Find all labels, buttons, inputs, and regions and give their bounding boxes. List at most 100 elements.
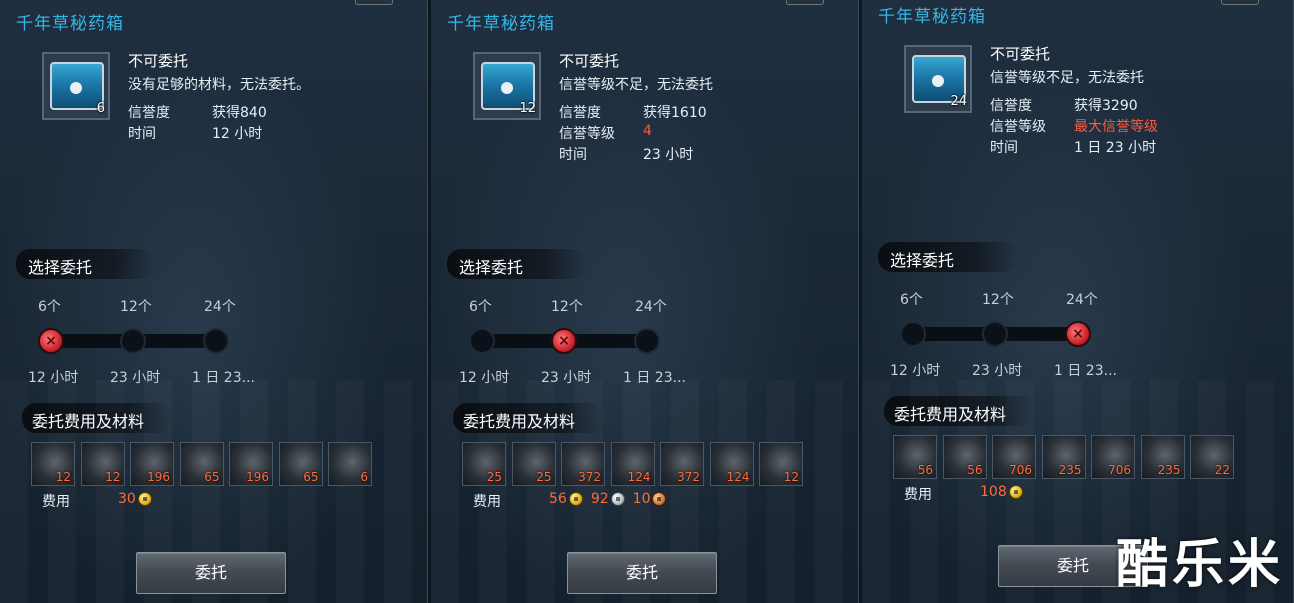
info-label: 时间 — [128, 126, 156, 142]
material-count: 6 — [360, 470, 368, 484]
coin-copper-icon — [652, 492, 667, 506]
coin-silver-icon — [610, 492, 625, 506]
info-label: 信誉等级 — [990, 119, 1046, 135]
material-count: 235 — [1058, 463, 1082, 477]
commission-panel-1: 千年草秘药箱 6 不可委托 没有足够的材料，无法委托。 信誉度 获得840 时间 12 小时选… — [0, 0, 428, 603]
info-label: 时间 — [990, 140, 1018, 156]
material-slot[interactable]: 372 — [561, 442, 605, 486]
fee-amounts: 56 92 10 — [549, 491, 672, 507]
material-slot[interactable]: 12 — [80, 442, 125, 486]
material-slot[interactable]: 124 — [709, 442, 754, 486]
material-count: 706 — [1009, 463, 1032, 477]
info-value: 获得3290 — [1074, 98, 1138, 114]
material-slot[interactable]: 12 — [759, 442, 803, 486]
info-label: 信誉等级 — [559, 126, 615, 142]
option-duration-3: 1 日 23... — [1054, 363, 1117, 379]
section-choose-title: 选择委托 — [459, 258, 524, 277]
material-count: 65 — [303, 470, 319, 484]
info-value: 4 — [643, 123, 652, 139]
medicine-box-icon[interactable]: 6 — [42, 52, 110, 120]
option-node-2[interactable]: × — [551, 328, 577, 354]
commission-status: 不可委托 — [990, 45, 1051, 63]
info-value: 1 日 23 小时 — [1074, 140, 1157, 156]
medicine-box-icon[interactable]: 24 — [904, 45, 972, 113]
material-count: 65 — [204, 470, 220, 484]
material-slot[interactable]: 25 — [511, 442, 556, 486]
material-slot[interactable]: 56 — [942, 435, 987, 479]
material-slot[interactable]: 56 — [893, 435, 937, 479]
option-node-3[interactable] — [634, 328, 660, 354]
panel-title: 千年草秘药箱 — [447, 14, 555, 34]
option-node-1[interactable] — [469, 328, 495, 354]
fee-label: 费用 — [904, 487, 932, 503]
info-label: 信誉度 — [559, 105, 601, 121]
commission-status: 不可委托 — [559, 52, 620, 70]
material-slot[interactable]: 6 — [328, 442, 372, 486]
material-slot[interactable]: 196 — [130, 442, 174, 486]
info-label: 时间 — [559, 147, 587, 163]
coin-gold-icon — [1008, 485, 1023, 499]
material-slot[interactable]: 25 — [462, 442, 506, 486]
option-label-1: 6个 — [469, 299, 492, 315]
material-slot[interactable]: 12 — [31, 442, 75, 486]
commission-button[interactable]: 委托 — [136, 552, 286, 594]
material-slot[interactable]: 372 — [660, 442, 704, 486]
option-label-2: 12个 — [120, 299, 152, 315]
option-label-1: 6个 — [38, 299, 61, 315]
item-quantity: 12 — [519, 101, 536, 116]
panel-top-handle — [1221, 0, 1259, 5]
material-count: 196 — [246, 470, 269, 484]
material-slot[interactable]: 65 — [179, 442, 224, 486]
status-reason: 没有足够的材料，无法委托。 — [128, 77, 310, 93]
info-value: 23 小时 — [643, 147, 694, 163]
material-slot[interactable]: 65 — [278, 442, 323, 486]
info-label: 信誉度 — [990, 98, 1032, 114]
fee-label: 费用 — [473, 494, 501, 510]
option-label-2: 12个 — [982, 292, 1014, 308]
commission-button[interactable]: 委托 — [567, 552, 717, 594]
commission-status: 不可委托 — [128, 52, 189, 70]
material-slot[interactable]: 124 — [610, 442, 655, 486]
option-label-2: 12个 — [551, 299, 583, 315]
panel-title: 千年草秘药箱 — [878, 7, 986, 27]
material-slot[interactable]: 196 — [229, 442, 273, 486]
option-duration-2: 23 小时 — [541, 370, 592, 386]
option-duration-3: 1 日 23... — [192, 370, 255, 386]
info-value: 最大信誉等级 — [1074, 119, 1158, 135]
option-node-2[interactable] — [120, 328, 146, 354]
option-node-1[interactable]: × — [38, 328, 64, 354]
option-duration-1: 12 小时 — [28, 370, 79, 386]
commission-panel-2: 千年草秘药箱 12 不可委托 信誉等级不足，无法委托 信誉度 获得1610 信誉等级 4 时间 2… — [431, 0, 859, 603]
material-slot[interactable]: 706 — [992, 435, 1036, 479]
material-slot[interactable]: 706 — [1091, 435, 1135, 479]
material-slot[interactable]: 235 — [1140, 435, 1185, 479]
material-slot[interactable]: 235 — [1041, 435, 1086, 479]
medicine-box-icon[interactable]: 12 — [473, 52, 541, 120]
option-node-1[interactable] — [900, 321, 926, 347]
material-slot[interactable]: 22 — [1190, 435, 1234, 479]
option-node-2[interactable] — [982, 321, 1008, 347]
status-reason: 信誉等级不足，无法委托 — [559, 77, 713, 93]
material-count: 56 — [967, 463, 983, 477]
fee-label: 费用 — [42, 494, 70, 510]
section-cost-title: 委托费用及材料 — [32, 412, 145, 431]
panel-top-handle — [786, 0, 824, 5]
fee-amounts: 108 — [980, 484, 1029, 500]
material-count: 12 — [55, 470, 71, 484]
material-count: 124 — [726, 470, 750, 484]
material-count: 56 — [917, 463, 933, 477]
material-count: 235 — [1157, 463, 1181, 477]
option-node-3[interactable]: × — [1065, 321, 1091, 347]
section-cost-title: 委托费用及材料 — [463, 412, 576, 431]
material-count: 12 — [105, 470, 121, 484]
status-reason: 信誉等级不足，无法委托 — [990, 70, 1144, 86]
panel-top-handle — [355, 0, 393, 5]
coin-gold-icon — [568, 492, 583, 506]
material-count: 12 — [783, 470, 799, 484]
option-node-3[interactable] — [203, 328, 229, 354]
option-label-3: 24个 — [635, 299, 667, 315]
info-label: 信誉度 — [128, 105, 170, 121]
info-value: 获得840 — [212, 105, 267, 121]
fee-amount: 92 — [590, 491, 609, 507]
option-duration-2: 23 小时 — [110, 370, 161, 386]
